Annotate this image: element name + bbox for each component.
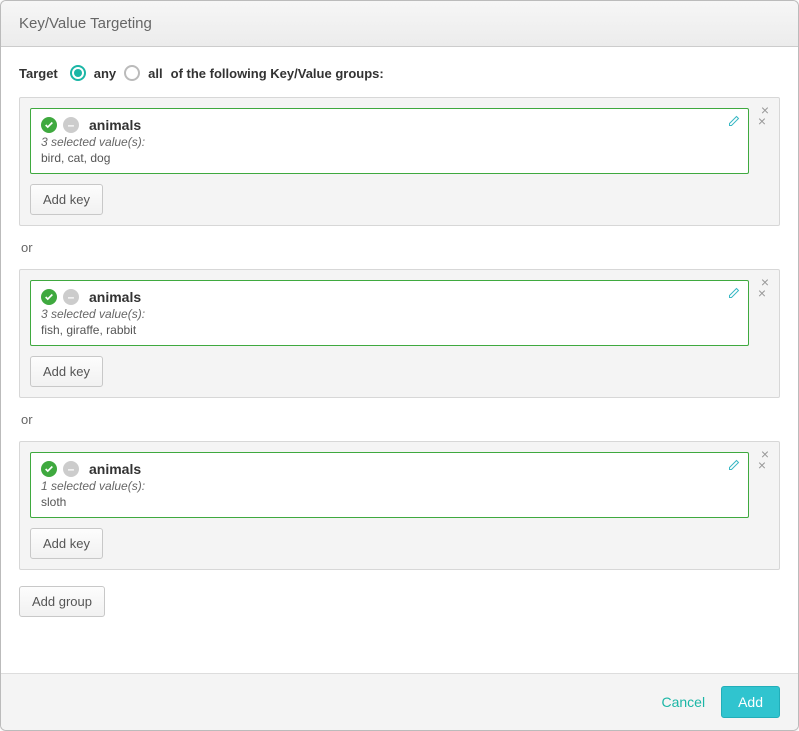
or-separator: or	[21, 240, 778, 255]
add-key-button[interactable]: Add key	[30, 356, 103, 387]
key-values: sloth	[41, 495, 738, 509]
or-separator: or	[21, 412, 778, 427]
key-values: bird, cat, dog	[41, 151, 738, 165]
cancel-button[interactable]: Cancel	[661, 694, 705, 710]
close-icon[interactable]: ×	[758, 113, 766, 129]
target-suffix: of the following Key/Value groups:	[171, 66, 384, 81]
key-head: – animals	[41, 117, 738, 133]
radio-all-label: all	[148, 66, 162, 81]
include-icon[interactable]	[41, 289, 57, 305]
exclude-icon[interactable]: –	[63, 117, 79, 133]
exclude-icon[interactable]: –	[63, 289, 79, 305]
add-key-button[interactable]: Add key	[30, 184, 103, 215]
target-label: Target	[19, 66, 58, 81]
group-panel: × × – animals 1 selected value(s): sloth…	[19, 441, 780, 570]
key-head: – animals	[41, 289, 738, 305]
key-name: animals	[89, 117, 141, 133]
include-icon[interactable]	[41, 117, 57, 133]
include-icon[interactable]	[41, 461, 57, 477]
radio-any-label: any	[94, 66, 116, 81]
dialog: Key/Value Targeting Target any all of th…	[0, 0, 799, 731]
edit-icon[interactable]	[728, 459, 740, 474]
add-button[interactable]: Add	[721, 686, 780, 718]
key-values: fish, giraffe, rabbit	[41, 323, 738, 337]
key-card: × – animals 3 selected value(s): fish, g…	[30, 280, 749, 346]
close-icon[interactable]: ×	[758, 457, 766, 473]
radio-all[interactable]	[124, 65, 140, 81]
selected-count: 1 selected value(s):	[41, 479, 738, 493]
key-card: × – animals 3 selected value(s): bird, c…	[30, 108, 749, 174]
edit-icon[interactable]	[728, 115, 740, 130]
key-card: × – animals 1 selected value(s): sloth	[30, 452, 749, 518]
group-panel: × × – animals 3 selected value(s): fish,…	[19, 269, 780, 398]
edit-icon[interactable]	[728, 287, 740, 302]
key-head: – animals	[41, 461, 738, 477]
group-panel: × × – animals 3 selected value(s): bird,…	[19, 97, 780, 226]
dialog-body: Target any all of the following Key/Valu…	[1, 47, 798, 673]
dialog-title: Key/Value Targeting	[19, 15, 152, 32]
add-key-button[interactable]: Add key	[30, 528, 103, 559]
exclude-icon[interactable]: –	[63, 461, 79, 477]
dialog-footer: Cancel Add	[1, 673, 798, 730]
add-group-button[interactable]: Add group	[19, 586, 105, 617]
target-line: Target any all of the following Key/Valu…	[19, 65, 780, 81]
selected-count: 3 selected value(s):	[41, 135, 738, 149]
close-icon[interactable]: ×	[758, 285, 766, 301]
selected-count: 3 selected value(s):	[41, 307, 738, 321]
radio-any[interactable]	[70, 65, 86, 81]
key-name: animals	[89, 289, 141, 305]
key-name: animals	[89, 461, 141, 477]
dialog-header: Key/Value Targeting	[1, 1, 798, 47]
